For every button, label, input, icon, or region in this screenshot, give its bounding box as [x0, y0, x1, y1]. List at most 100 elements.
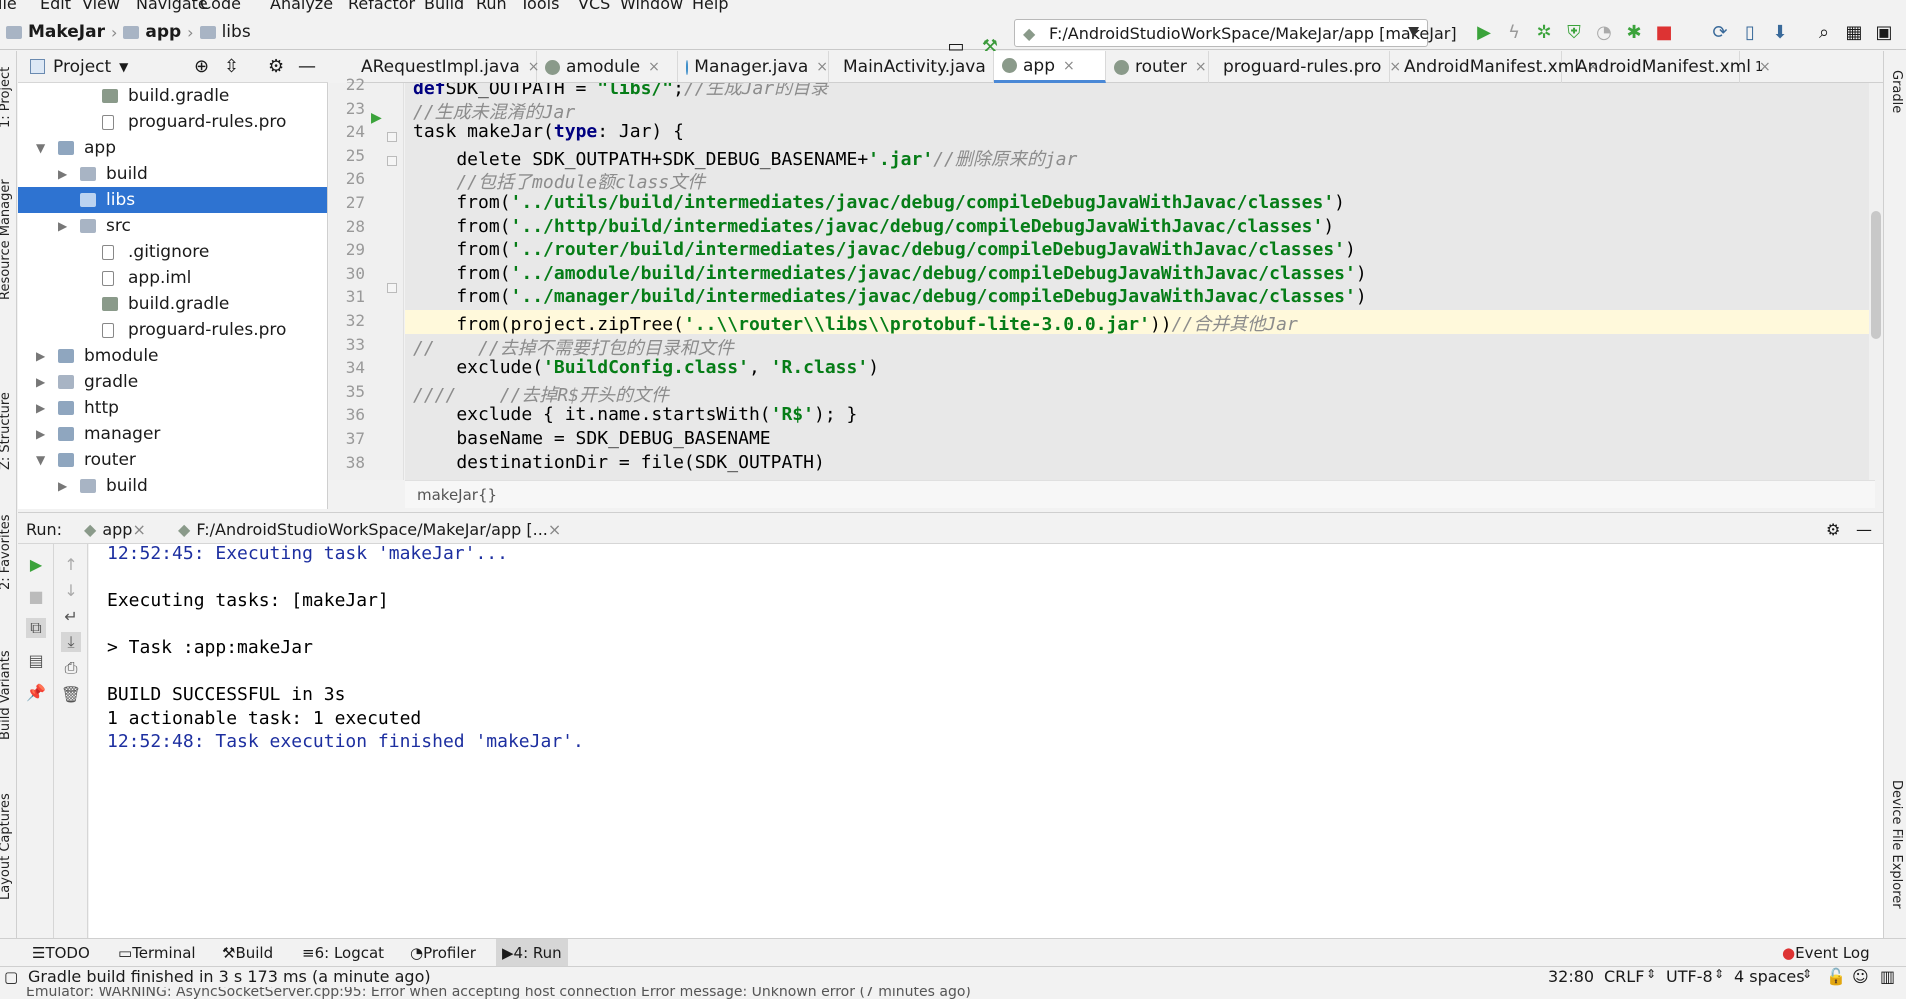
chevron-down-icon[interactable]: ▼	[36, 141, 45, 155]
tree-item[interactable]: ▼ router	[18, 447, 327, 473]
menu-window[interactable]: Window	[620, 0, 683, 13]
editor-tab[interactable]: Manager.java ×	[678, 51, 829, 83]
menu-help[interactable]: Help	[692, 0, 728, 13]
chevron-right-icon[interactable]: ▶	[58, 167, 67, 181]
run-tab[interactable]: ◆ F:/AndroidStudioWorkSpace/MakeJar/app […	[178, 513, 561, 545]
code-line[interactable]: //包括了module额class文件	[413, 168, 705, 193]
code-line[interactable]: exclude('BuildConfig.class', 'R.class')	[413, 357, 879, 381]
editor-tab[interactable]: amodule ×	[537, 51, 678, 83]
close-icon[interactable]: ×	[548, 520, 561, 539]
close-icon[interactable]: ×	[1063, 58, 1075, 74]
editor-tab[interactable]: ARequestImpl.java ×	[347, 51, 540, 83]
lock-icon[interactable]: 🔓	[1826, 967, 1846, 986]
code-line[interactable]: from(project.zipTree('..\\router\\libs\\…	[405, 310, 1875, 335]
bottom-tab[interactable]: ▶ 4: Run	[496, 939, 568, 967]
code-line[interactable]: //// //去掉R$开头的文件	[413, 381, 669, 406]
code-line[interactable]: task makeJar(type: Jar) {	[413, 121, 684, 145]
project-view-select[interactable]: Project	[53, 57, 111, 77]
menu-vcs[interactable]: VCS	[578, 0, 610, 13]
tool-window-1[interactable]: Resource Manager	[0, 179, 13, 300]
tree-item[interactable]: proguard-rules.pro	[18, 317, 327, 343]
event-log-tab[interactable]: ● Event Log	[1776, 939, 1876, 967]
breadcrumb-folder[interactable]: libs	[222, 22, 251, 42]
status-toggle-icon[interactable]: ▢	[4, 968, 18, 986]
chevron-right-icon[interactable]: ▶	[36, 375, 45, 389]
chevron-right-icon[interactable]: ▶	[36, 427, 45, 441]
pin-icon[interactable]: 📌	[26, 682, 46, 702]
arrow-up-icon[interactable]: ↑	[61, 554, 81, 574]
sdk-manager-icon[interactable]: ⬇	[1768, 20, 1792, 44]
debug-icon[interactable]: ✲	[1532, 20, 1556, 44]
avd-manager-icon[interactable]: ▯	[1738, 20, 1762, 44]
run-gutter-icon[interactable]: ▶	[371, 110, 382, 126]
tool-window-3[interactable]: 2: Favorites	[0, 514, 13, 590]
caret-position[interactable]: 32:80	[1548, 967, 1594, 986]
soft-wrap-icon[interactable]: ↵	[61, 606, 81, 626]
profile-icon[interactable]: ◔	[1592, 20, 1616, 44]
tree-item[interactable]: build.gradle	[18, 291, 327, 317]
line-separator[interactable]: CRLF	[1604, 967, 1644, 986]
status-message[interactable]: Gradle build finished in 3 s 173 ms (a m…	[28, 967, 431, 986]
chevron-down-icon[interactable]: ▼	[119, 60, 128, 74]
run-console[interactable]: 12:52:45: Executing task 'makeJar'... Exe…	[89, 544, 1883, 938]
menu-analyze[interactable]: Analyze	[270, 0, 333, 13]
attach-debugger-icon[interactable]: ✱	[1622, 20, 1646, 44]
code-line[interactable]: from('../utils/build/intermediates/javac…	[413, 192, 1345, 216]
tool-window-5[interactable]: Layout Captures	[0, 793, 13, 900]
code-line[interactable]: from('../amodule/build/intermediates/jav…	[413, 263, 1366, 287]
layout-icon[interactable]: ▤	[26, 650, 46, 670]
menu-refactor[interactable]: Refactor	[348, 0, 415, 13]
code-line[interactable]: delete SDK_OUTPATH+SDK_DEBUG_BASENAME+'.…	[413, 145, 1077, 170]
arrow-down-icon[interactable]: ↓	[61, 580, 81, 600]
editor-tab[interactable]: router ×	[1106, 51, 1209, 83]
menu-build[interactable]: Build	[424, 0, 464, 13]
gear-icon[interactable]: ⚙	[268, 56, 284, 77]
restore-layout-icon[interactable]: ⧉	[26, 618, 46, 638]
editor-tab[interactable]: app ×	[994, 51, 1106, 83]
menu-view[interactable]: View	[82, 0, 120, 13]
collapse-all-icon[interactable]: ⇳	[224, 56, 239, 77]
chevron-down-icon[interactable]: ▼	[36, 453, 45, 467]
code-line[interactable]: baseName = SDK_DEBUG_BASENAME	[413, 428, 770, 452]
tree-item[interactable]: ▶ bmodule	[18, 343, 327, 369]
close-icon[interactable]: ×	[648, 59, 660, 75]
tree-item[interactable]: ▶ http	[18, 395, 327, 421]
trash-icon[interactable]: 🗑	[61, 684, 81, 704]
file-encoding[interactable]: UTF-8	[1666, 967, 1713, 986]
scrollbar-thumb[interactable]	[1871, 211, 1881, 339]
stop-icon[interactable]: ■	[26, 586, 46, 606]
hide-icon[interactable]: —	[298, 56, 316, 77]
code-line[interactable]: //生成未混淆的Jar	[413, 98, 575, 123]
editor-tab[interactable]: MainActivity.java×	[829, 51, 1006, 83]
code-line[interactable]: from('../manager/build/intermediates/jav…	[413, 286, 1366, 310]
bottom-tab[interactable]: ≡ 6: Logcat	[296, 939, 390, 967]
run-configuration-select[interactable]: ◆ F:/AndroidStudioWorkSpace/MakeJar/app …	[1014, 19, 1457, 47]
code-breadcrumb-label[interactable]: makeJar{}	[417, 486, 497, 504]
code-line[interactable]: from('../http/build/intermediates/javac/…	[413, 216, 1334, 240]
tree-item[interactable]: ▶ manager	[18, 421, 327, 447]
bottom-tab[interactable]: ◔ Profiler	[404, 939, 482, 967]
code-breadcrumb[interactable]: makeJar{}	[405, 480, 1875, 508]
memory-icon[interactable]: ▥	[1880, 967, 1895, 986]
code-line[interactable]: exclude { it.name.startsWith('R$'); }	[413, 404, 857, 428]
locate-icon[interactable]: ⊕	[194, 56, 209, 77]
bottom-tab[interactable]: ☰ TODO	[26, 939, 96, 967]
breadcrumb-project[interactable]: MakeJar	[28, 22, 105, 42]
close-icon[interactable]: ×	[816, 59, 828, 75]
tool-window-4[interactable]: Build Variants	[0, 650, 13, 740]
tree-item[interactable]: ▶ src	[18, 213, 327, 239]
editor-tab[interactable]: AndroidManifest.xml ×	[1562, 51, 1771, 83]
editor-tab[interactable]: proguard-rules.pro ×	[1209, 51, 1401, 83]
fold-marker-icon[interactable]	[387, 283, 397, 293]
code-line[interactable]: destinationDir = file(SDK_OUTPATH)	[413, 452, 824, 476]
menu-edit[interactable]: Edit	[40, 0, 71, 13]
scroll-to-end-icon[interactable]: ⤓	[61, 632, 81, 652]
close-icon[interactable]: ×	[132, 520, 145, 539]
bottom-tab[interactable]: ⚒ Build	[216, 939, 279, 967]
search-icon[interactable]: ⌕	[1812, 20, 1836, 44]
code-editor[interactable]: defSDK_OUTPATH = "libs/";//生成Jar的目录 //生成未…	[405, 83, 1875, 480]
tree-item[interactable]: app.iml	[18, 265, 327, 291]
tool-window-0[interactable]: 1: Project	[0, 67, 13, 128]
print-icon[interactable]: ⎙	[61, 658, 81, 678]
tree-item[interactable]: build.gradle	[18, 83, 327, 109]
